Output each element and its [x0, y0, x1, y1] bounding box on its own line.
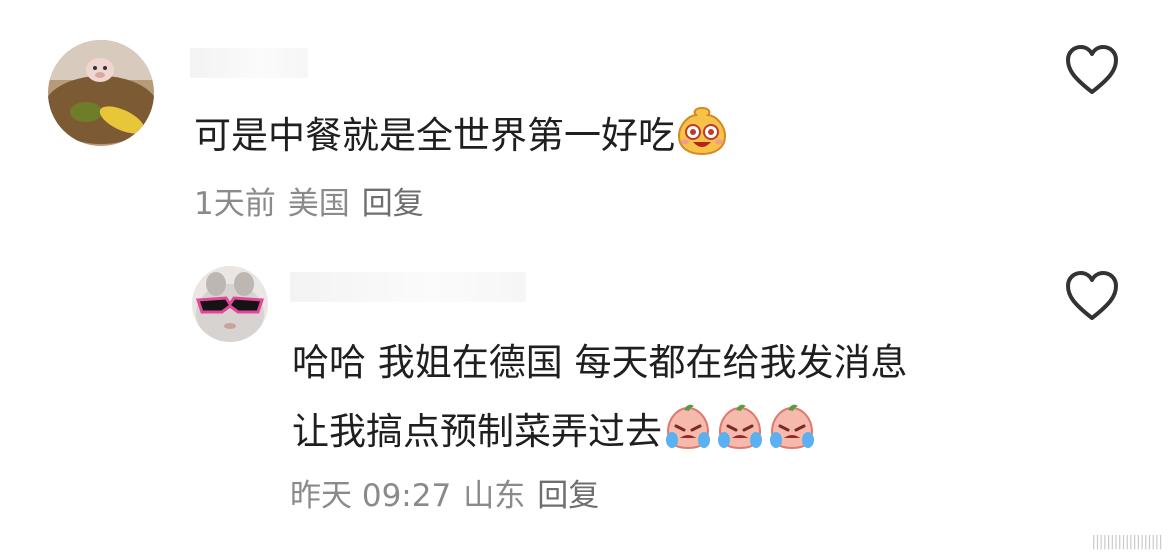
comment-meta: 昨天 09:27 山东 回复: [290, 476, 611, 516]
crying-face-icon: [766, 402, 818, 465]
comment-location: 山东: [463, 478, 526, 514]
watermark: |||||||||||||||||||: [1091, 534, 1163, 550]
username-redacted[interactable]: [290, 272, 526, 302]
crying-face-icon: [662, 402, 714, 465]
comment-text: 可是中餐就是全世界第一好吃: [194, 106, 729, 169]
crying-face-icon: [714, 402, 766, 465]
avatar[interactable]: [48, 40, 154, 146]
happy-face-icon: [675, 106, 729, 169]
comment-meta: 1天前 美国 回复: [194, 184, 436, 224]
like-button[interactable]: [1064, 270, 1120, 322]
like-button[interactable]: [1064, 44, 1120, 96]
reply-button[interactable]: 回复: [362, 186, 424, 222]
username-redacted[interactable]: [190, 48, 308, 78]
comment-time: 昨天 09:27: [290, 478, 452, 514]
comment-text: 哈哈 我姐在德国 每天都在给我发消息 让我搞点预制菜弄过去: [292, 338, 908, 465]
comment-body: 可是中餐就是全世界第一好吃: [194, 114, 675, 157]
comment-time: 1天前: [194, 186, 276, 222]
comment-body-line2: 让我搞点预制菜弄过去: [292, 410, 662, 453]
heart-icon: [1066, 45, 1118, 94]
comment-body-line1: 哈哈 我姐在德国 每天都在给我发消息: [292, 341, 908, 384]
reply-button[interactable]: 回复: [537, 478, 599, 514]
heart-icon: [1066, 271, 1118, 320]
avatar[interactable]: [192, 266, 268, 342]
comment-location: 美国: [287, 186, 350, 222]
